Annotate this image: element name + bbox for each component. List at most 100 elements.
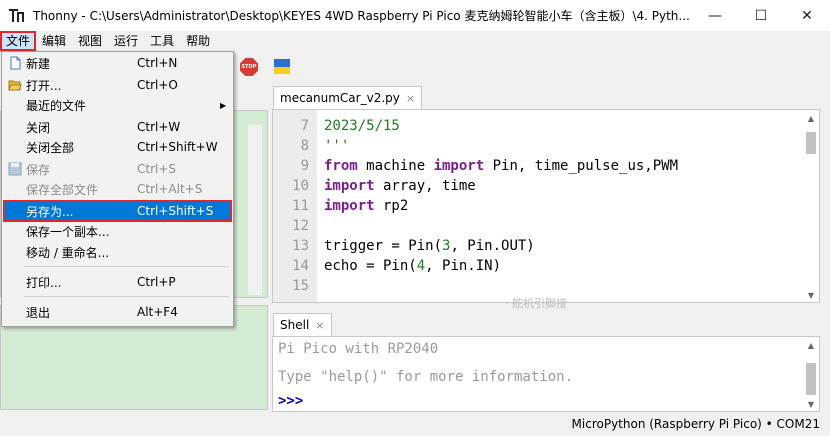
line-number: 13 xyxy=(292,238,309,254)
menu-item-label: 另存为... xyxy=(26,204,74,219)
menu-item-label: 退出 xyxy=(26,305,51,320)
menu-item-label: 保存 xyxy=(26,162,51,177)
menu-item-label: 打开... xyxy=(26,78,62,93)
menu-item-label: 打印... xyxy=(26,275,62,290)
menu-item-shortcut: Ctrl+N xyxy=(137,56,178,70)
editor-scrollbar[interactable]: ▲ ▼ xyxy=(805,114,817,300)
menu-item-save[interactable]: 保存 Ctrl+S xyxy=(4,159,231,179)
menu-item-exit[interactable]: 退出 Alt+F4 xyxy=(4,302,231,322)
shell-panel[interactable]: Pi Pico with RP2040 Type "help()" for mo… xyxy=(272,336,820,412)
shell-output-line: Pi Pico with RP2040 xyxy=(278,341,439,357)
close-button[interactable]: ✕ xyxy=(784,0,830,31)
menu-item-save-copy[interactable]: 保存一个副本... xyxy=(4,221,231,241)
minimize-button[interactable]: — xyxy=(692,0,738,31)
menu-item-shortcut: Ctrl+O xyxy=(137,78,178,92)
shell-tab-label: Shell xyxy=(280,318,310,332)
menu-item-label: 保存一个副本... xyxy=(26,224,110,239)
editor-tab[interactable]: mecanumCar_v2.py × xyxy=(273,86,423,109)
status-bar: MicroPython (Raspberry Pi Pico) • COM21 xyxy=(0,414,830,436)
code-editor[interactable]: 7 8 9 10 11 12 13 14 15 2023/5/15 ''' fr… xyxy=(272,109,820,303)
faded-code-hint: · 舵机引脚接 xyxy=(505,297,567,310)
menu-item-new[interactable]: 新建 Ctrl+N xyxy=(4,53,231,73)
shell-scroll-thumb[interactable] xyxy=(806,363,816,395)
minimize-icon: — xyxy=(708,7,722,24)
tab-close-icon[interactable]: × xyxy=(315,319,324,332)
menu-item-shortcut: Alt+F4 xyxy=(137,305,178,319)
shell-output-line: Type "help()" for more information. xyxy=(278,369,574,385)
menu-file[interactable]: 文件 xyxy=(0,31,37,51)
line-number: 7 xyxy=(300,118,309,134)
menu-item-close[interactable]: 关闭 Ctrl+W xyxy=(4,117,231,137)
menu-item-shortcut: Ctrl+Shift+S xyxy=(137,204,214,218)
scroll-down-icon[interactable]: ▼ xyxy=(805,291,817,300)
code-line: ''' xyxy=(324,138,350,154)
line-number: 8 xyxy=(300,138,309,154)
scroll-up-icon[interactable]: ▲ xyxy=(805,341,817,350)
menu-item-shortcut: Ctrl+P xyxy=(137,275,176,289)
menu-item-save-as[interactable]: 另存为... Ctrl+Shift+S xyxy=(3,200,232,222)
thonny-window: Thonny - C:\Users\Administrator\Desktop\… xyxy=(0,0,830,436)
shell-tab[interactable]: Shell × xyxy=(273,313,332,336)
menu-item-label: 移动 / 重命名... xyxy=(26,245,110,260)
menu-item-label: 最近的文件 xyxy=(26,98,87,113)
code-line: import rp2 xyxy=(324,198,409,214)
menu-run[interactable]: 运行 xyxy=(108,31,144,51)
scroll-up-icon[interactable]: ▲ xyxy=(805,114,817,123)
shell-prompt[interactable]: >>> xyxy=(278,393,303,409)
line-number: 10 xyxy=(292,178,309,194)
file-path: C:\Users\Administrator\Desktop\KEYES 4WD… xyxy=(89,9,690,23)
files-pane-scrollbar[interactable] xyxy=(248,125,262,295)
scroll-down-icon[interactable]: ▼ xyxy=(805,400,817,409)
menu-tools[interactable]: 工具 xyxy=(144,31,180,51)
line-number: 15 xyxy=(292,278,309,294)
file-menu-dropdown: 新建 Ctrl+N 打开... Ctrl+O 最近的文件 ▶ 关闭 Ctrl+W… xyxy=(1,51,234,327)
menu-bar: 文件 编辑 视图 运行 工具 帮助 xyxy=(0,31,830,51)
line-number: 14 xyxy=(292,258,309,274)
stop-label: STOP xyxy=(241,64,257,70)
editor-scroll-thumb[interactable] xyxy=(806,132,816,154)
line-number: 9 xyxy=(300,158,309,174)
code-line: from machine import Pin, time_pulse_us,P… xyxy=(324,158,679,174)
tab-close-icon[interactable]: × xyxy=(406,92,415,105)
menu-item-shortcut: Ctrl+Shift+W xyxy=(137,140,218,154)
menu-item-label: 关闭 xyxy=(26,120,51,135)
app-name: Thonny xyxy=(33,9,78,23)
editor-tab-label: mecanumCar_v2.py xyxy=(280,91,400,105)
submenu-arrow-icon: ▶ xyxy=(220,100,227,110)
menu-item-shortcut: Ctrl+W xyxy=(137,120,181,134)
menu-item-close-all[interactable]: 关闭全部 Ctrl+Shift+W xyxy=(4,137,231,157)
menu-separator xyxy=(24,296,229,297)
menu-item-open[interactable]: 打开... Ctrl+O xyxy=(4,75,231,95)
code-line: import array, time xyxy=(324,178,476,194)
menu-view[interactable]: 视图 xyxy=(72,31,108,51)
menu-item-shortcut: Ctrl+Alt+S xyxy=(137,182,203,196)
menu-item-label: 新建 xyxy=(26,56,51,71)
menu-help[interactable]: 帮助 xyxy=(180,31,216,51)
open-folder-icon xyxy=(8,78,22,92)
menu-separator xyxy=(24,266,229,267)
ukraine-flag-icon[interactable] xyxy=(274,59,290,74)
maximize-icon: ☐ xyxy=(754,7,768,24)
interpreter-status[interactable]: MicroPython (Raspberry Pi Pico) • COM21 xyxy=(572,417,820,431)
save-icon xyxy=(8,162,22,176)
menu-item-label: 关闭全部 xyxy=(26,140,75,155)
new-file-icon xyxy=(8,56,22,70)
window-title: Thonny - C:\Users\Administrator\Desktop\… xyxy=(33,9,690,23)
line-number: 12 xyxy=(292,218,309,234)
menu-item-move-rename[interactable]: 移动 / 重命名... xyxy=(4,242,231,262)
code-line: 2023/5/15 xyxy=(324,118,400,134)
menu-item-save-all[interactable]: 保存全部文件 Ctrl+Alt+S xyxy=(4,179,231,199)
shell-scrollbar[interactable]: ▲ ▼ xyxy=(805,341,817,409)
menu-item-recent-files[interactable]: 最近的文件 ▶ xyxy=(4,95,231,115)
line-number: 11 xyxy=(292,198,309,214)
menu-edit[interactable]: 编辑 xyxy=(36,31,72,51)
title-bar: Thonny - C:\Users\Administrator\Desktop\… xyxy=(0,0,830,31)
code-line: echo = Pin(4, Pin.IN) xyxy=(324,258,502,274)
maximize-button[interactable]: ☐ xyxy=(738,0,784,31)
menu-item-print[interactable]: 打印... Ctrl+P xyxy=(4,272,231,292)
close-icon: ✕ xyxy=(801,7,813,24)
menu-item-label: 保存全部文件 xyxy=(26,182,99,197)
thonny-logo-icon xyxy=(9,8,25,24)
menu-item-shortcut: Ctrl+S xyxy=(137,162,177,176)
code-line: trigger = Pin(3, Pin.OUT) xyxy=(324,238,535,254)
